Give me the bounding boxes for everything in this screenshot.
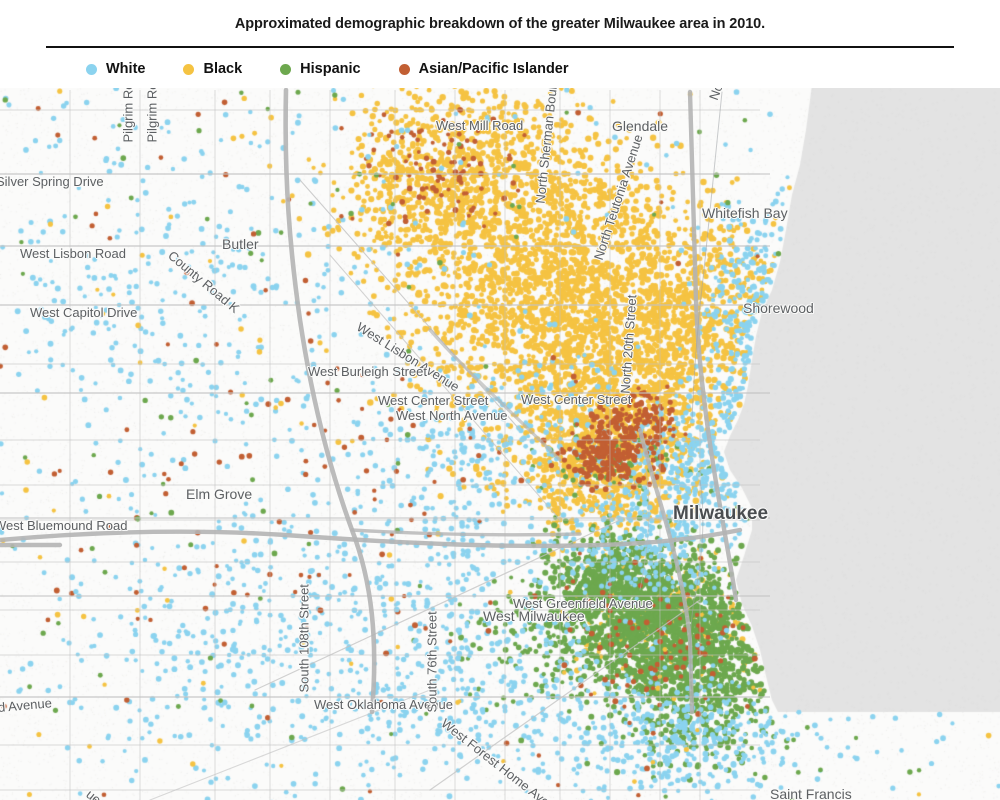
legend-label: Black: [203, 61, 243, 77]
title-divider: [46, 46, 954, 48]
legend-label: White: [106, 61, 146, 77]
legend-swatch-hispanic-icon: [280, 63, 292, 75]
map-area[interactable]: Pilgrim Ro Pilgrim Ro Silver Spring Drive W…: [0, 88, 1000, 800]
legend-label: Asian/Pacific Islander: [418, 61, 569, 77]
legend-item-hispanic[interactable]: Hispanic: [280, 61, 361, 77]
legend-item-asian[interactable]: Asian/Pacific Islander: [398, 61, 569, 77]
legend: White Black Hispanic Asian/Pacific Islander: [86, 57, 607, 81]
legend-swatch-black-icon: [183, 63, 195, 75]
legend-label: Hispanic: [300, 61, 361, 77]
dot-density-map-page: Approximated demographic breakdown of th…: [0, 0, 1000, 800]
legend-swatch-white-icon: [86, 63, 97, 75]
legend-item-black[interactable]: Black: [183, 61, 242, 77]
dot-density-canvas: [0, 88, 1000, 800]
chart-header: Approximated demographic breakdown of th…: [0, 0, 1000, 88]
legend-swatch-asian-icon: [398, 63, 410, 75]
legend-item-white[interactable]: White: [86, 61, 145, 77]
page-title: Approximated demographic breakdown of th…: [234, 16, 766, 32]
